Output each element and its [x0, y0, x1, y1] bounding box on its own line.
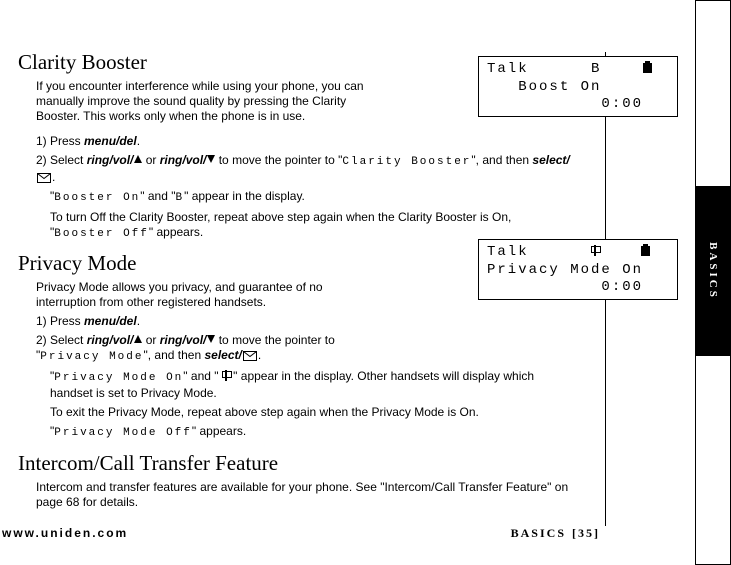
footer-url: www.uniden.com — [0, 526, 128, 541]
section-privacy: Privacy Mode allows you privacy, and gua… — [36, 280, 570, 440]
text: " and " — [140, 189, 175, 203]
privacy-step-1: 1) Press menu/del. — [36, 314, 570, 329]
text: 2) Select — [36, 153, 87, 167]
key-menu-del: menu/del — [84, 314, 137, 328]
p-flag-icon — [222, 370, 230, 381]
footer-section: BASICS — [511, 526, 566, 540]
privacy-intro: Privacy Mode allows you privacy, and gua… — [36, 280, 366, 310]
text: or — [142, 333, 159, 347]
display-text: Booster Off — [54, 228, 149, 240]
text: or — [142, 153, 159, 167]
battery-icon — [641, 244, 650, 256]
privacy-exit: To exit the Privacy Mode, repeat above s… — [50, 405, 570, 420]
text: 1) Press — [36, 314, 84, 328]
text: " appears. — [149, 225, 203, 239]
tab-label: BASICS — [707, 242, 719, 300]
lcd-text: 0:00 — [601, 96, 643, 112]
display-text: B — [176, 192, 185, 204]
key-select: select/ — [532, 153, 569, 167]
content: Clarity Booster If you encounter interfe… — [0, 50, 600, 510]
text: 2) Select — [36, 333, 87, 347]
section-intercom: Intercom and transfer features are avail… — [36, 480, 570, 510]
heading-intercom: Intercom/Call Transfer Feature — [18, 451, 570, 476]
text: ", and then — [471, 153, 532, 167]
footer-number: [35] — [572, 526, 600, 540]
key-menu-del: menu/del — [84, 134, 137, 148]
clarity-result: "Booster On" and "B" appear in the displ… — [50, 189, 570, 206]
envelope-icon — [37, 173, 51, 183]
privacy-off-msg: "Privacy Mode Off" appears. — [50, 424, 570, 441]
clarity-intro: If you encounter interference while usin… — [36, 79, 376, 124]
display-text: Privacy Mode Off — [54, 427, 192, 439]
privacy-step-2: 2) Select ring/vol/ or ring/vol/ to move… — [36, 333, 376, 365]
display-text: Clarity Booster — [342, 156, 471, 168]
envelope-icon — [243, 351, 257, 361]
side-tab-bar: BASICS — [695, 0, 731, 565]
intercom-text: Intercom and transfer features are avail… — [36, 480, 570, 510]
text: " appear in the display. — [184, 189, 305, 203]
key-ring-vol-down: ring/vol/ — [160, 153, 207, 167]
display-text: Privacy Mode On — [54, 372, 183, 384]
key-select: select/ — [204, 348, 241, 362]
display-text: Booster On — [54, 192, 140, 204]
page: Talk B Boost On 0:00 Talk Privacy Mode O… — [0, 0, 720, 565]
section-clarity: If you encounter interference while usin… — [36, 79, 570, 241]
text: 1) Press — [36, 134, 84, 148]
key-ring-vol-down: ring/vol/ — [160, 333, 207, 347]
footer: www.uniden.com BASICS [35] — [0, 526, 600, 541]
side-tab-active: BASICS — [696, 186, 730, 356]
key-ring-vol-up: ring/vol/ — [87, 333, 134, 347]
heading-privacy: Privacy Mode — [18, 251, 570, 276]
key-ring-vol-up: ring/vol/ — [87, 153, 134, 167]
text: to move the pointer to " — [215, 153, 342, 167]
text: ", and then — [143, 348, 204, 362]
clarity-step-2: 2) Select ring/vol/ or ring/vol/ to move… — [36, 153, 570, 185]
battery-icon — [643, 61, 652, 73]
footer-page: BASICS [35] — [511, 526, 600, 541]
text: " appears. — [192, 424, 246, 438]
clarity-turnoff: To turn Off the Clarity Booster, repeat … — [50, 210, 570, 242]
text: " and " — [183, 369, 222, 383]
clarity-step-1: 1) Press menu/del. — [36, 134, 570, 149]
privacy-result: "Privacy Mode On" and " " appear in the … — [50, 369, 570, 401]
heading-clarity: Clarity Booster — [18, 50, 570, 75]
lcd-text: 0:00 — [601, 279, 643, 295]
display-text: Privacy Mode — [40, 351, 143, 363]
